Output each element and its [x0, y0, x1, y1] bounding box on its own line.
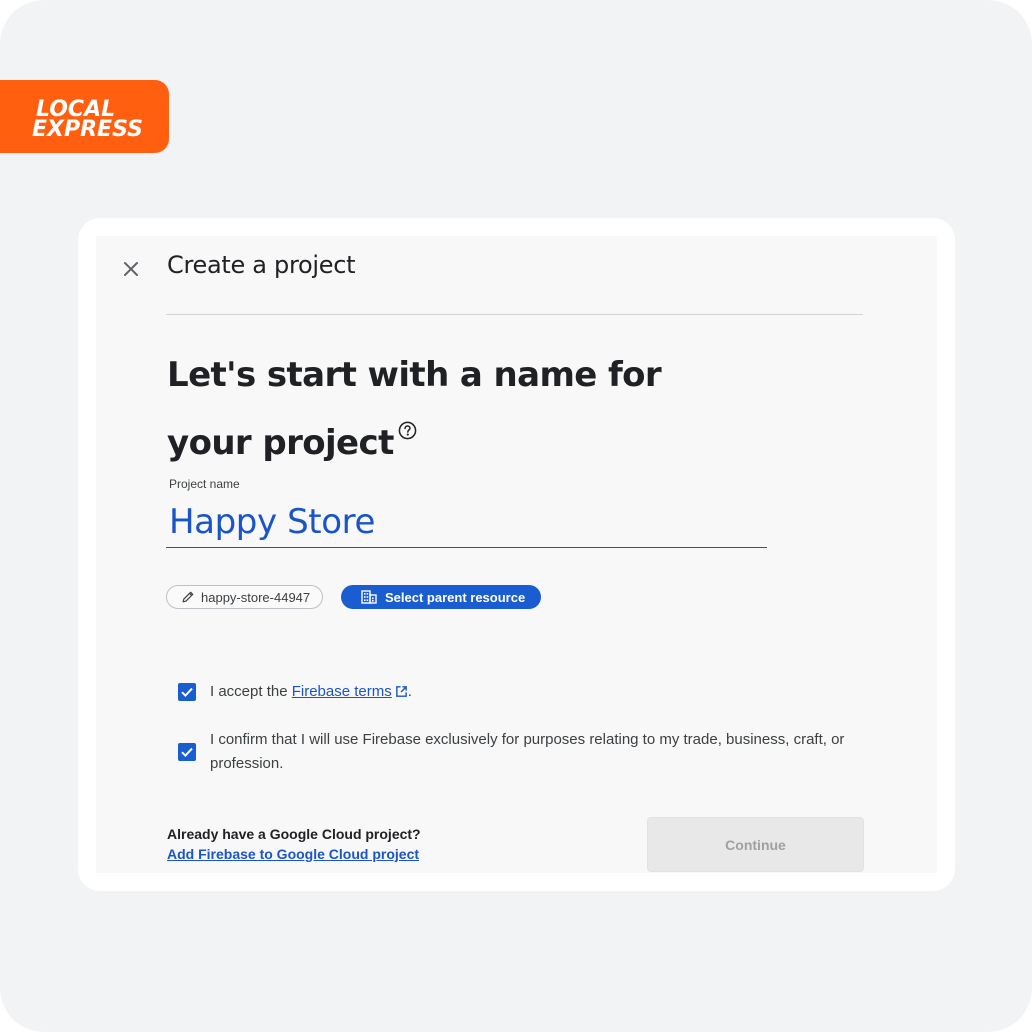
building-icon	[361, 590, 377, 604]
checkmark-icon	[181, 687, 193, 698]
add-firebase-link[interactable]: Add Firebase to Google Cloud project	[167, 846, 419, 862]
already-have-project-text: Already have a Google Cloud project?	[167, 826, 421, 842]
checkmark-icon	[181, 747, 193, 758]
dialog-title: Create a project	[167, 251, 356, 279]
confirm-purpose-text: I confirm that I will use Firebase exclu…	[210, 731, 845, 772]
pencil-icon	[182, 591, 194, 603]
accept-terms-prefix: I accept the	[210, 683, 292, 700]
project-id-text: happy-store-44947	[201, 589, 311, 605]
headline-line-2: your project	[167, 423, 394, 463]
external-link-icon[interactable]	[395, 682, 408, 706]
close-button[interactable]	[116, 254, 146, 284]
accept-terms-text: I accept the Firebase terms .	[210, 680, 412, 706]
create-project-panel: Create a project Let's start with a name…	[96, 236, 937, 873]
continue-button[interactable]: Continue	[647, 817, 864, 872]
local-express-logo: LOCAL EXPRESS	[0, 80, 169, 153]
accept-terms-suffix: .	[407, 683, 412, 700]
accept-terms-checkbox[interactable]	[178, 683, 196, 701]
headline-line-1: Let's start with a name for	[167, 355, 662, 395]
firebase-terms-link[interactable]: Firebase terms	[292, 683, 392, 700]
help-icon[interactable]	[398, 402, 417, 456]
confirm-purpose-checkbox[interactable]	[178, 743, 196, 761]
logo-text-express: EXPRESS	[32, 117, 143, 142]
header-divider	[166, 314, 863, 315]
page-headline: Let's start with a name for your project	[167, 348, 687, 470]
project-name-label: Project name	[169, 477, 240, 491]
close-icon	[124, 262, 138, 276]
project-id-chip[interactable]: happy-store-44947	[166, 585, 324, 609]
select-parent-resource-label: Select parent resource	[385, 589, 526, 605]
local-express-logo-mark: LOCAL EXPRESS	[32, 97, 143, 142]
select-parent-resource-button[interactable]: Select parent resource	[341, 585, 542, 609]
project-name-input[interactable]	[166, 496, 767, 548]
screenshot-frame: LOCAL EXPRESS Create a project Let's sta…	[0, 0, 1032, 1032]
